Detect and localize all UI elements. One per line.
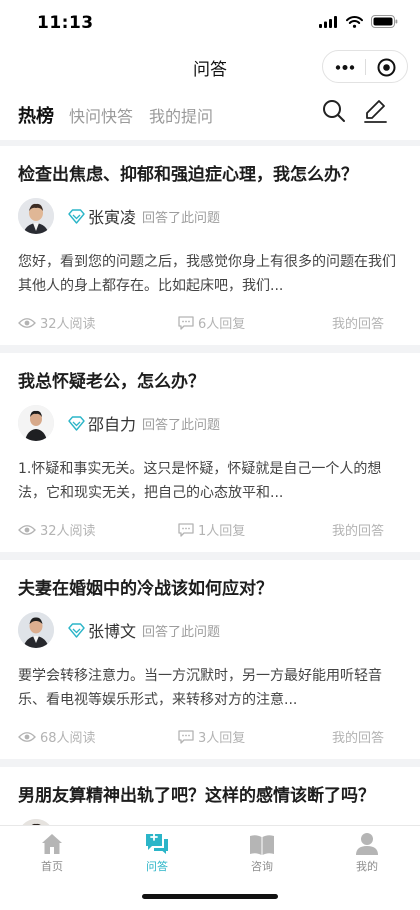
avatar[interactable] — [18, 198, 54, 234]
tab-quick-qa[interactable]: 快问快答 — [69, 103, 133, 127]
avatar[interactable] — [18, 612, 54, 648]
tabs-bar: 热榜 快问快答 我的提问 — [0, 90, 420, 140]
answer-excerpt[interactable]: 要学会转移注意力。当一方沉默时，另一方最好能用听轻音乐、看电视等娱乐形式，来转移… — [18, 664, 402, 712]
answer-author: 邵自力 回答了此问题 — [18, 405, 220, 441]
question-title[interactable]: 男朋友算精神出轨了吧？这样的感情该断了吗？ — [18, 781, 375, 806]
answer-author: 张博文 回答了此问题 — [18, 612, 220, 648]
signal-icon — [319, 15, 337, 28]
avatar[interactable] — [18, 405, 54, 441]
capsule-divider — [365, 59, 366, 75]
views-text: 32人阅读 — [40, 317, 96, 332]
wifi-icon — [346, 15, 363, 28]
eye-icon — [18, 524, 36, 535]
question-stats: 68人阅读 3人回复 我的回答 — [18, 727, 384, 747]
question-title[interactable]: 我总怀疑老公，怎么办？ — [18, 367, 205, 392]
user-icon — [356, 833, 378, 855]
replies-count: 6人回复 — [178, 313, 245, 332]
eye-icon — [18, 731, 36, 742]
author-name[interactable]: 张寅凌 — [88, 204, 136, 228]
author-action: 回答了此问题 — [142, 417, 221, 433]
answer-excerpt[interactable]: 您好，看到您的问题之后，我感觉你身上有很多的问题在我们其他人的身上都存在。比如起… — [18, 250, 402, 298]
views-text: 32人阅读 — [40, 524, 96, 539]
my-answer-link[interactable]: 我的回答 — [332, 313, 384, 332]
replies-count: 1人回复 — [178, 520, 245, 539]
more-icon[interactable] — [335, 65, 355, 70]
tabbar-label: 问答 — [146, 860, 168, 873]
tabbar-item-qa[interactable]: 问答 — [117, 830, 197, 874]
views-count: 68人阅读 — [18, 727, 96, 746]
answer-excerpt[interactable]: 1.怀疑和事实无关。这只是怀疑，怀疑就是自己一个人的想法，它和现实无关，把自己的… — [18, 457, 402, 505]
my-answer-link[interactable]: 我的回答 — [332, 520, 384, 539]
tabbar-item-consult[interactable]: 咨询 — [222, 830, 302, 874]
tab-hot[interactable]: 热榜 — [18, 102, 54, 128]
mini-program-capsule — [322, 50, 408, 83]
question-stats: 32人阅读 6人回复 我的回答 — [18, 313, 384, 333]
replies-text: 6人回复 — [198, 317, 246, 332]
comment-icon — [178, 729, 194, 744]
battery-icon — [371, 15, 398, 28]
author-name[interactable]: 邵自力 — [88, 411, 136, 435]
views-count: 32人阅读 — [18, 313, 96, 332]
my-answer-link[interactable]: 我的回答 — [332, 727, 384, 746]
comment-icon — [178, 522, 194, 537]
tabbar-label: 首页 — [41, 860, 63, 873]
author-action: 回答了此问题 — [142, 210, 221, 226]
question-title[interactable]: 检查出焦虑、抑郁和强迫症心理，我怎么办？ — [18, 160, 358, 185]
verified-badge-icon — [68, 622, 85, 638]
replies-text: 1人回复 — [198, 524, 246, 539]
status-bar: 11:13 — [0, 0, 420, 46]
tabbar-item-home[interactable]: 首页 — [12, 830, 92, 874]
edit-icon[interactable] — [364, 99, 387, 123]
verified-badge-icon — [68, 415, 85, 431]
question-card[interactable]: 我总怀疑老公，怎么办？ 邵自力 回答了此问题 1.怀疑和事实无关。这只是怀疑，怀… — [0, 353, 420, 552]
comment-icon — [178, 315, 194, 330]
search-icon[interactable] — [322, 99, 346, 123]
question-card[interactable]: 检查出焦虑、抑郁和强迫症心理，我怎么办？ 张寅凌 回答了此问题 您好，看到您的问… — [0, 146, 420, 345]
views-text: 68人阅读 — [40, 731, 96, 746]
close-program-icon[interactable] — [377, 58, 396, 77]
book-icon — [250, 835, 274, 855]
question-title[interactable]: 夫妻在婚姻中的冷战该如何应对？ — [18, 574, 273, 599]
views-count: 32人阅读 — [18, 520, 96, 539]
qa-chat-icon — [146, 833, 168, 854]
eye-icon — [18, 317, 36, 328]
tab-my-questions[interactable]: 我的提问 — [149, 103, 213, 127]
answer-author: 张寅凌 回答了此问题 — [18, 198, 220, 234]
replies-count: 3人回复 — [178, 727, 245, 746]
question-card[interactable]: 夫妻在婚姻中的冷战该如何应对？ 张博文 回答了此问题 要学会转移注意力。当一方沉… — [0, 560, 420, 759]
tabbar-item-mine[interactable]: 我的 — [327, 830, 407, 874]
verified-badge-icon — [68, 208, 85, 224]
author-action: 回答了此问题 — [142, 624, 221, 640]
author-name[interactable]: 张博文 — [88, 618, 136, 642]
question-stats: 32人阅读 1人回复 我的回答 — [18, 520, 384, 540]
home-icon — [42, 834, 62, 854]
home-indicator[interactable] — [142, 894, 278, 899]
tabbar-label: 咨询 — [251, 860, 273, 873]
nav-bar: 问答 — [0, 46, 420, 90]
status-icons — [319, 15, 398, 28]
replies-text: 3人回复 — [198, 731, 246, 746]
tabbar-label: 我的 — [356, 860, 378, 873]
status-time: 11:13 — [37, 13, 94, 33]
